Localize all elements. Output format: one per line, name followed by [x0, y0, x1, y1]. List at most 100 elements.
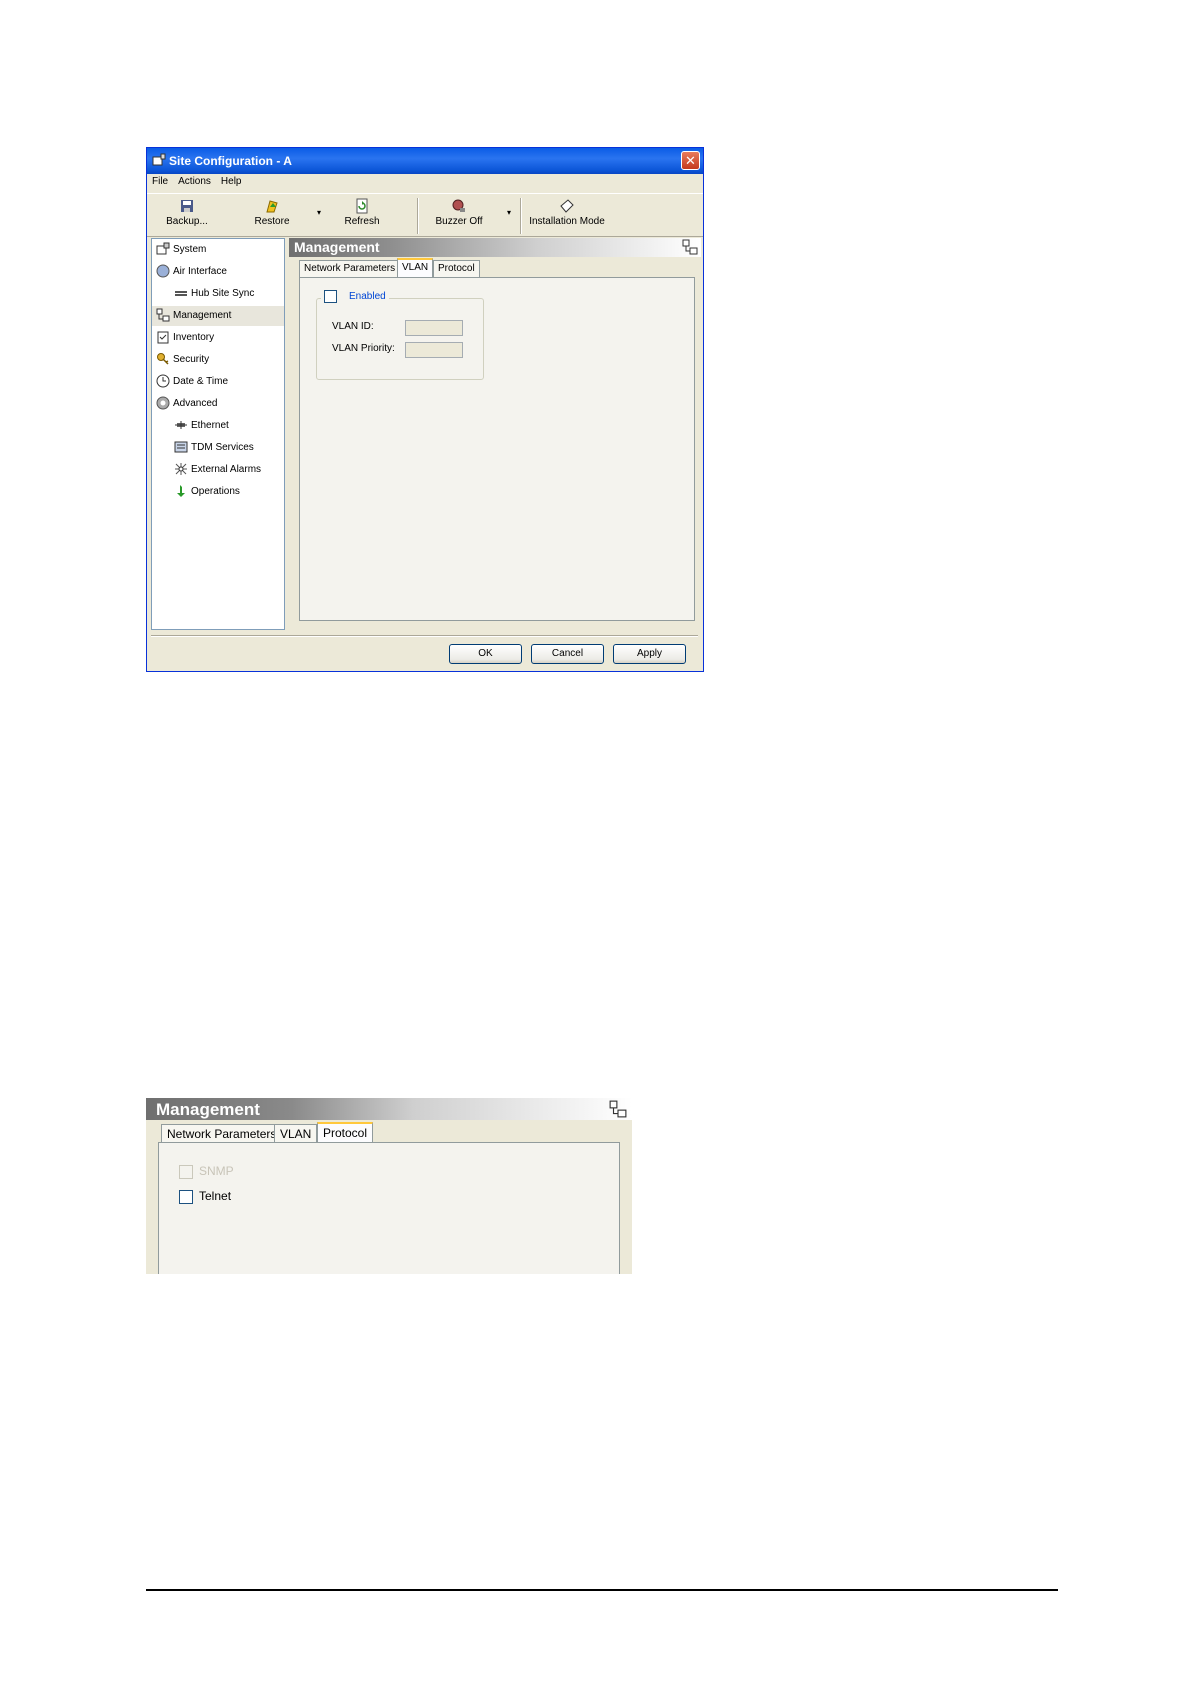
alarm-icon	[175, 463, 187, 476]
snmp-checkbox	[179, 1164, 193, 1179]
tab-vlan[interactable]: VLAN	[397, 258, 434, 278]
air-interface-icon	[156, 264, 170, 278]
tree-item-hub-site-sync[interactable]: Hub Site Sync	[174, 284, 254, 304]
restore-icon	[266, 200, 278, 213]
tree-item-security[interactable]: Security	[156, 350, 209, 370]
installation-mode-icon	[560, 199, 574, 213]
vlan-id-input[interactable]	[405, 320, 463, 336]
apply-button[interactable]: Apply	[613, 644, 686, 664]
vlan-tab-page: Enabled VLAN ID: VLAN Priority:	[299, 277, 695, 621]
tab-protocol[interactable]: Protocol	[433, 260, 480, 277]
toolbar: Backup... Restore ▾ Refresh Buzzer Off ▾…	[147, 193, 703, 237]
tree-item-date-time[interactable]: Date & Time	[156, 372, 228, 392]
management-icon	[156, 308, 170, 322]
enabled-groupbox: Enabled VLAN ID: VLAN Priority:	[316, 290, 484, 380]
window-title: Site Configuration - A	[169, 154, 292, 168]
restore-button[interactable]: Restore	[242, 198, 302, 227]
telnet-option[interactable]: Telnet	[179, 1189, 231, 1204]
menu-actions[interactable]: Actions	[173, 174, 216, 189]
tree-label: Advanced	[173, 398, 218, 409]
tree-item-advanced[interactable]: Advanced	[156, 394, 217, 414]
toolbar-separator	[520, 198, 522, 234]
tab-network-parameters[interactable]: Network Parameters	[161, 1124, 283, 1143]
refresh-label: Refresh	[344, 216, 380, 227]
tree-label: Management	[173, 310, 232, 321]
tab-protocol[interactable]: Protocol	[317, 1122, 374, 1144]
hub-site-sync-icon	[175, 291, 187, 297]
tree-label: Hub Site Sync	[191, 288, 255, 299]
snmp-label: SNMP	[199, 1164, 234, 1178]
vlan-priority-input[interactable]	[405, 342, 463, 358]
tab-network-parameters[interactable]: Network Parameters	[299, 260, 401, 277]
tree-item-ethernet[interactable]: Ethernet	[174, 416, 229, 436]
footer-rule	[146, 1589, 1058, 1591]
protocol-panel-screenshot: Management Network Parameters VLAN Proto…	[146, 1098, 632, 1274]
tree-item-management[interactable]: Management	[152, 306, 284, 326]
vlan-priority-label: VLAN Priority:	[332, 343, 395, 354]
tree-item-inventory[interactable]: Inventory	[156, 328, 214, 348]
tree-label: Date & Time	[173, 376, 229, 387]
tree-label: Security	[173, 354, 210, 365]
tree-item-system[interactable]: System	[156, 240, 206, 260]
navigation-tree: System Air Interface Hub Site Sync Manag…	[151, 238, 285, 630]
system-icon	[156, 242, 170, 255]
ethernet-icon	[175, 421, 187, 430]
enabled-checkbox[interactable]	[324, 290, 337, 303]
ok-button[interactable]: OK	[449, 644, 522, 664]
backup-label: Backup...	[166, 216, 208, 227]
close-button[interactable]: ✕	[681, 151, 700, 170]
snmp-option: SNMP	[179, 1164, 234, 1179]
refresh-icon	[356, 198, 368, 214]
tdm-icon	[174, 441, 188, 453]
tree-label: Operations	[191, 486, 240, 497]
management-icon	[682, 239, 698, 255]
inventory-icon	[157, 331, 169, 344]
tab-vlan[interactable]: VLAN	[274, 1124, 318, 1143]
buzzer-icon	[452, 199, 465, 212]
buzzer-off-label: Buzzer Off	[435, 216, 483, 227]
tree-item-external-alarms[interactable]: External Alarms	[174, 460, 261, 480]
panel-header: Management	[289, 238, 701, 257]
tree-item-operations[interactable]: Operations	[174, 482, 240, 502]
protocol-tab-page: SNMP Telnet	[158, 1142, 620, 1274]
panel-title: Management	[156, 1100, 260, 1119]
tree-label: TDM Services	[191, 442, 254, 453]
tree-label: Inventory	[173, 332, 215, 343]
tree-label: External Alarms	[191, 464, 262, 475]
tree-label: System	[173, 244, 207, 255]
backup-button[interactable]: Backup...	[157, 198, 217, 227]
menu-bar: File Actions Help	[147, 174, 703, 192]
clock-icon	[156, 374, 170, 388]
tree-label: Air Interface	[173, 266, 227, 277]
gear-icon	[156, 396, 170, 410]
operations-icon	[177, 485, 185, 498]
menu-help[interactable]: Help	[216, 174, 247, 189]
management-icon	[609, 1100, 627, 1118]
site-configuration-icon	[152, 153, 166, 166]
refresh-button[interactable]: Refresh	[332, 198, 392, 227]
buzzer-off-button[interactable]: Buzzer Off	[429, 198, 489, 227]
vlan-id-label: VLAN ID:	[332, 321, 374, 332]
tree-item-air-interface[interactable]: Air Interface	[156, 262, 227, 282]
save-icon	[181, 200, 193, 212]
cancel-button[interactable]: Cancel	[531, 644, 604, 664]
security-icon	[157, 353, 169, 365]
tree-item-tdm-services[interactable]: TDM Services	[174, 438, 254, 458]
enabled-checkbox-row[interactable]: Enabled	[321, 290, 389, 303]
tree-label: Ethernet	[191, 420, 229, 431]
menu-file[interactable]: File	[147, 174, 173, 189]
installation-mode-button[interactable]: Installation Mode	[525, 198, 609, 227]
site-configuration-window: Site Configuration - A ✕ File Actions Help…	[146, 147, 704, 672]
installation-mode-label: Installation Mode	[529, 216, 605, 227]
divider	[151, 635, 698, 637]
title-bar[interactable]: Site Configuration - A ✕	[147, 148, 703, 174]
telnet-label: Telnet	[199, 1189, 232, 1203]
panel-title: Management	[294, 239, 380, 255]
toolbar-separator	[417, 198, 419, 234]
restore-label: Restore	[254, 216, 290, 227]
enabled-label: Enabled	[349, 291, 386, 303]
buzzer-dropdown-icon[interactable]: ▾	[507, 208, 511, 217]
panel-header: Management	[146, 1098, 632, 1120]
telnet-checkbox[interactable]	[179, 1189, 193, 1204]
restore-dropdown-icon[interactable]: ▾	[317, 208, 321, 217]
